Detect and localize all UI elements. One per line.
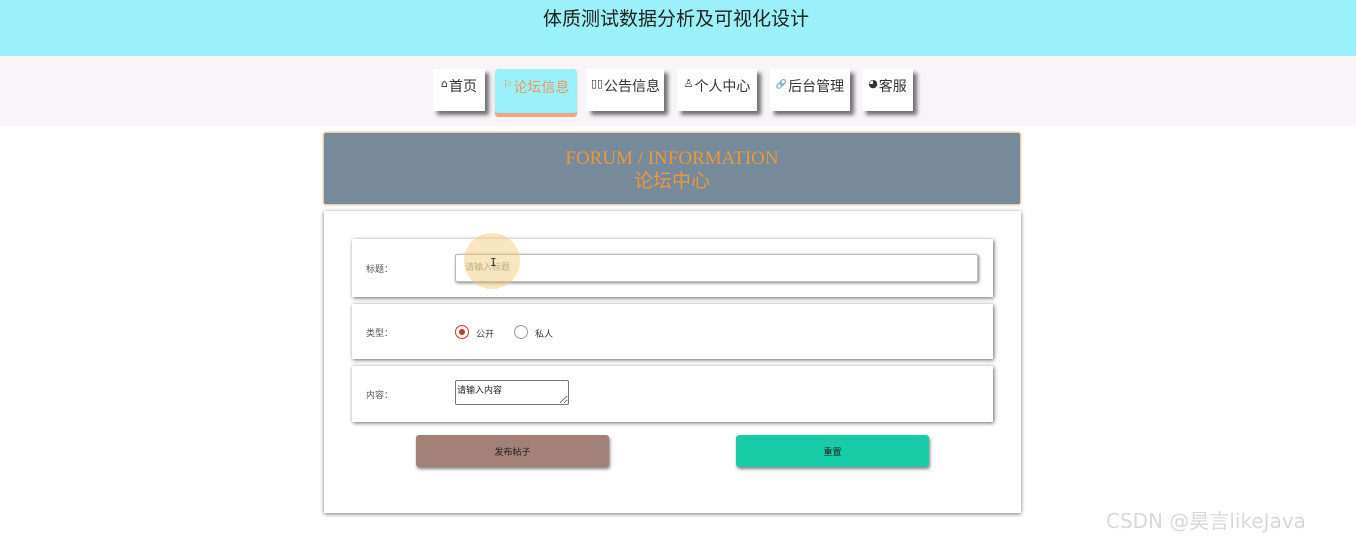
nav-item-support[interactable]: ◕客服: [862, 69, 913, 111]
support-icon: ◕: [868, 77, 878, 90]
nav-item-profile[interactable]: ♙个人中心: [677, 69, 757, 111]
header-english-title: FORUM / INFORMATION: [565, 148, 779, 169]
notice-icon: ▯▯: [590, 77, 604, 90]
forum-header-panel: FORUM / INFORMATION 论坛中心: [323, 132, 1021, 205]
nav-item-label: 公告信息: [604, 79, 661, 95]
header-chinese-title: 论坛中心: [633, 171, 710, 192]
flag-icon: ⚐: [502, 78, 513, 91]
radio-public[interactable]: [455, 325, 469, 339]
watermark: CSDN @昊言likeJava: [1106, 509, 1306, 533]
title-label: 标题：: [366, 265, 394, 275]
nav-item-home[interactable]: ⌂首页: [433, 69, 485, 111]
nav-item-label: 论坛信息: [513, 80, 570, 96]
home-icon: ⌂: [441, 77, 448, 90]
nav-item-notice[interactable]: ▯▯公告信息: [587, 69, 664, 111]
top-banner: 体质测试数据分析及可视化设计: [0, 0, 1356, 56]
nav-item-label: 客服: [878, 79, 907, 95]
nav-item-label: 首页: [448, 79, 477, 95]
title-input[interactable]: [455, 254, 978, 282]
content-label: 内容：: [366, 391, 394, 401]
nav-item-label: 个人中心: [694, 79, 751, 95]
nav-bar: ⌂首页 ⚐论坛信息 ▯▯公告信息 ♙个人中心 🔗后台管理 ◕客服: [0, 56, 1356, 126]
radio-public-label[interactable]: 公开: [476, 327, 494, 340]
link-icon: 🔗: [775, 80, 788, 90]
radio-private-label[interactable]: 私人: [535, 327, 553, 340]
user-icon: ♙: [683, 77, 694, 90]
type-row: 类型：: [352, 304, 993, 359]
reset-button[interactable]: 重置: [736, 435, 929, 467]
radio-private[interactable]: [514, 325, 528, 339]
nav-item-label: 后台管理: [788, 79, 845, 95]
nav-item-admin[interactable]: 🔗后台管理: [770, 69, 850, 111]
nav-item-forum[interactable]: ⚐论坛信息: [495, 69, 577, 113]
publish-post-button[interactable]: 发布帖子: [416, 435, 609, 467]
content-textarea[interactable]: 请输入内容: [455, 380, 569, 405]
content-row: 内容：: [352, 366, 993, 422]
type-label: 类型：: [366, 329, 394, 339]
app-title: 体质测试数据分析及可视化设计: [542, 7, 809, 30]
